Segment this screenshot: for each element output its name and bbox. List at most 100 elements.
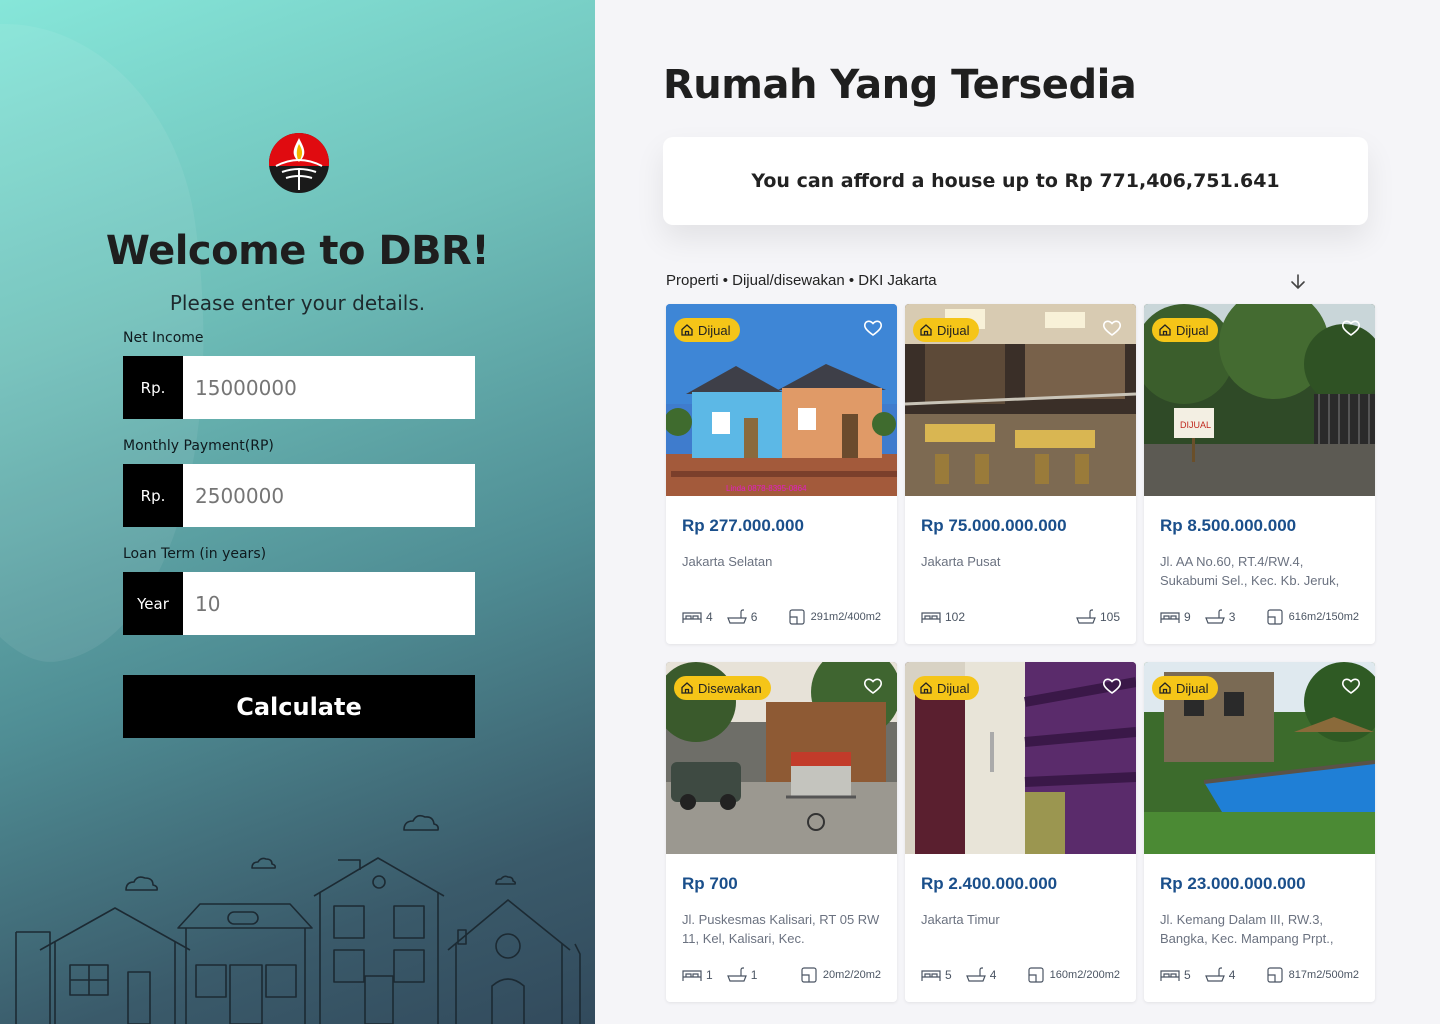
home-icon	[681, 682, 693, 694]
page-title: Rumah Yang Tersedia	[663, 62, 1137, 108]
status-badge: Dijual	[1152, 318, 1218, 342]
area-value: 20m2/20m2	[822, 969, 881, 981]
status-label: Dijual	[937, 680, 970, 696]
status-label: Disewakan	[698, 680, 762, 696]
beds-count: 4	[706, 610, 713, 624]
area-icon	[789, 609, 805, 625]
home-icon	[681, 324, 693, 336]
bed-icon	[1160, 612, 1180, 623]
loan-term-input[interactable]	[183, 572, 475, 635]
monthly-payment-field: Rp.	[123, 464, 475, 527]
area-feature: 291m2/400m2	[787, 609, 881, 625]
area-value: 291m2/400m2	[810, 611, 881, 623]
net-income-prefix: Rp.	[123, 356, 183, 419]
listing-address: Jakarta Selatan	[682, 554, 773, 569]
bath-icon	[726, 967, 747, 982]
listing-card[interactable]: Linda 0878-8395-0864 Dijual Rp 277.000.0…	[666, 304, 897, 644]
monthly-payment-input[interactable]	[183, 464, 475, 527]
bed-icon	[1160, 970, 1180, 981]
area-icon	[1028, 967, 1044, 983]
beds-count: 102	[945, 610, 966, 624]
baths-feature: 1	[726, 967, 758, 983]
bed-icon	[921, 612, 941, 623]
listing-photo: Dijual	[905, 304, 1136, 496]
status-badge: Dijual	[1152, 676, 1218, 700]
listing-features: 1 1 20m2/20m2	[682, 967, 881, 983]
listing-price: Rp 2.400.000.000	[921, 874, 1058, 893]
listing-photo: Dijual	[1144, 662, 1375, 854]
listing-card[interactable]: DIJUAL Dijual Rp 8.500.000.000 Jl. AA No…	[1144, 304, 1375, 644]
area-feature: 616m2/150m2	[1265, 609, 1359, 625]
bed-icon	[682, 970, 702, 981]
listing-features: 102 105	[921, 609, 1120, 625]
listing-address: Jl. Kemang Dalam III, RW.3, Bangka, Kec.…	[1160, 912, 1334, 946]
baths-count: 4	[1228, 968, 1236, 982]
area-value: 817m2/500m2	[1288, 969, 1359, 981]
bed-icon	[682, 612, 702, 623]
listing-features: 4 6 291m2/400m2	[682, 609, 881, 625]
breadcrumb[interactable]: Properti • Dijual/disewakan • DKI Jakart…	[666, 272, 937, 289]
status-badge: Dijual	[913, 318, 979, 342]
listing-card[interactable]: Dijual Rp 23.000.000.000 Jl. Kemang Dala…	[1144, 662, 1375, 1002]
area-icon	[1267, 967, 1283, 983]
listing-card[interactable]: Disewakan Rp 700 Jl. Puskesmas Kalisari,…	[666, 662, 897, 1002]
area-feature: 160m2/200m2	[1026, 967, 1120, 983]
heart-icon[interactable]	[863, 318, 883, 338]
welcome-heading: Welcome to DBR!	[105, 228, 490, 274]
home-icon	[1159, 324, 1171, 336]
heart-icon[interactable]	[1341, 676, 1361, 696]
baths-count: 4	[989, 968, 997, 982]
listing-photo: Linda 0878-8395-0864 Dijual	[666, 304, 897, 496]
loan-term-field: Year	[123, 572, 475, 635]
home-icon	[920, 324, 932, 336]
baths-count: 105	[1099, 610, 1120, 624]
listing-card[interactable]: Dijual Rp 75.000.000.000 Jakarta Pusat 1…	[905, 304, 1136, 644]
loan-term-label: Loan Term (in years)	[123, 546, 267, 562]
heart-icon[interactable]	[863, 676, 883, 696]
status-label: Dijual	[1176, 680, 1209, 696]
beds-feature: 5	[1160, 967, 1191, 983]
heart-icon[interactable]	[1102, 676, 1122, 696]
status-badge: Disewakan	[674, 676, 771, 700]
beds-feature: 5	[921, 967, 952, 983]
calculate-button[interactable]: Calculate	[123, 675, 475, 738]
bath-icon	[1204, 609, 1225, 624]
listing-address: Jakarta Timur	[921, 912, 1000, 927]
area-icon	[801, 967, 817, 983]
loan-term-prefix: Year	[123, 572, 183, 635]
area-value: 616m2/150m2	[1288, 611, 1359, 623]
sort-arrow-icon[interactable]	[1289, 272, 1307, 292]
beds-count: 9	[1184, 610, 1191, 624]
baths-feature: 105	[1076, 609, 1120, 625]
heart-icon[interactable]	[1102, 318, 1122, 338]
beds-feature: 4	[682, 609, 713, 625]
baths-count: 1	[750, 968, 758, 982]
listing-card[interactable]: Dijual Rp 2.400.000.000 Jakarta Timur 5 …	[905, 662, 1136, 1002]
listing-price: Rp 277.000.000	[682, 516, 804, 535]
beds-feature: 102	[921, 609, 965, 625]
university-logo-icon	[269, 133, 329, 193]
bath-icon	[1076, 609, 1096, 624]
listing-photo: Disewakan	[666, 662, 897, 854]
beds-feature: 1	[682, 967, 713, 983]
baths-count: 6	[750, 610, 758, 624]
beds-count: 5	[945, 968, 952, 982]
houses-illustration	[15, 814, 581, 1024]
heart-icon[interactable]	[1341, 318, 1361, 338]
status-badge: Dijual	[674, 318, 740, 342]
listing-features: 9 3 616m2/150m2	[1160, 609, 1359, 625]
area-feature: 20m2/20m2	[799, 967, 881, 983]
bath-icon	[965, 967, 986, 982]
net-income-input[interactable]	[183, 356, 475, 419]
listing-photo: Dijual	[905, 662, 1136, 854]
area-icon	[1267, 609, 1283, 625]
beds-count: 1	[706, 968, 713, 982]
listing-address: Jl. AA No.60, RT.4/RW.4, Sukabumi Sel., …	[1160, 554, 1340, 588]
monthly-payment-label: Monthly Payment(RP)	[123, 438, 274, 454]
listing-price: Rp 75.000.000.000	[921, 516, 1067, 535]
bath-icon	[1204, 967, 1225, 982]
baths-feature: 3	[1204, 609, 1235, 625]
login-panel: Welcome to DBR! Please enter your detail…	[0, 0, 595, 1024]
listing-features: 5 4 160m2/200m2	[921, 967, 1120, 983]
baths-feature: 4	[1204, 967, 1236, 983]
